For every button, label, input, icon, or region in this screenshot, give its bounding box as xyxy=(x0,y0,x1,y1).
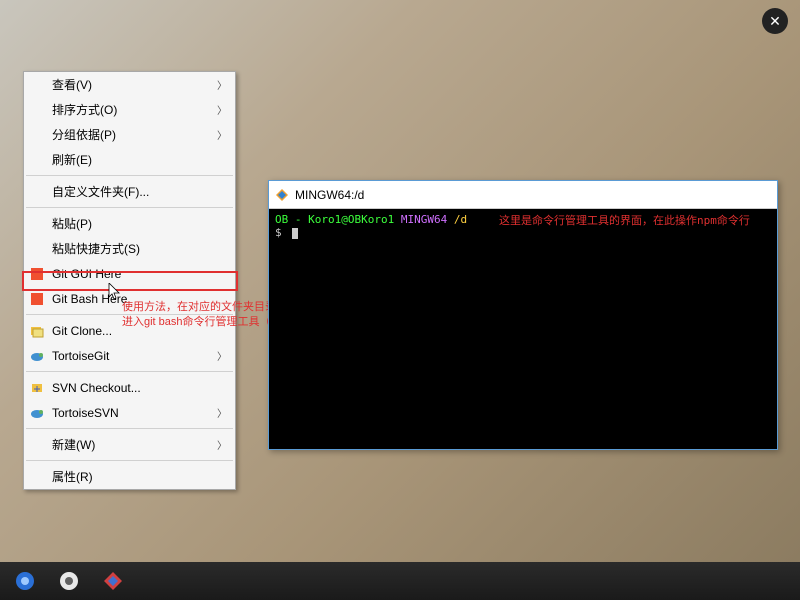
menu-item-tortoisesvn[interactable]: TortoiseSVN 〉 xyxy=(24,400,235,425)
taskbar xyxy=(0,562,800,600)
menu-item-tortoisegit[interactable]: TortoiseGit 〉 xyxy=(24,343,235,368)
menu-item-label: 自定义文件夹(F)... xyxy=(52,183,149,200)
menu-item-v[interactable]: 查看(V) 〉 xyxy=(24,72,235,97)
prompt-user: OB xyxy=(275,213,288,226)
menu-item-gitclone[interactable]: Git Clone... xyxy=(24,318,235,343)
terminal-title-text: MINGW64:/d xyxy=(295,188,364,202)
menu-separator xyxy=(26,428,233,429)
context-menu: 查看(V)〉排序方式(O)〉分组依据(P)〉刷新(E)自定义文件夹(F)...粘… xyxy=(23,71,236,490)
menu-item-label: Git GUI Here xyxy=(52,267,121,281)
menu-item-p[interactable]: 粘贴(P) xyxy=(24,211,235,236)
menu-item-label: 刷新(E) xyxy=(52,151,92,168)
terminal-body[interactable]: OB - Koro1@OBKoro1 MINGW64 /d $ 这里是命令行管理… xyxy=(269,209,777,449)
prompt-sep: - xyxy=(288,213,308,226)
tool-icon[interactable] xyxy=(102,570,124,592)
prompt-symbol: $ xyxy=(275,226,282,239)
git-gui-icon xyxy=(29,266,45,282)
browser-icon[interactable] xyxy=(58,570,80,592)
menu-item-e[interactable]: 刷新(E) xyxy=(24,147,235,172)
chevron-right-icon: 〉 xyxy=(217,127,227,142)
menu-item-label: 属性(R) xyxy=(52,468,93,485)
menu-item-label: 新建(W) xyxy=(52,436,95,453)
menu-item-gitbashhere[interactable]: > Git Bash Here xyxy=(24,286,235,311)
chevron-right-icon: 〉 xyxy=(217,102,227,117)
menu-item-p[interactable]: 分组依据(P) 〉 xyxy=(24,122,235,147)
menu-separator xyxy=(26,460,233,461)
menu-item-label: Git Bash Here xyxy=(52,292,127,306)
terminal-prompt-line: OB - Koro1@OBKoro1 MINGW64 /d xyxy=(275,213,771,226)
menu-separator xyxy=(26,207,233,208)
terminal-titlebar[interactable]: MINGW64:/d xyxy=(269,181,777,209)
desktop-screenshot: ✕ 查看(V)〉排序方式(O)〉分组依据(P)〉刷新(E)自定义文件夹(F)..… xyxy=(0,0,800,600)
menu-separator xyxy=(26,371,233,372)
close-icon[interactable]: ✕ xyxy=(762,8,788,34)
git-bash-icon: > xyxy=(29,291,45,307)
menu-item-o[interactable]: 排序方式(O) 〉 xyxy=(24,97,235,122)
svn-checkout-icon xyxy=(29,380,45,396)
terminal-input-line[interactable]: $ xyxy=(275,226,771,239)
menu-item-r[interactable]: 属性(R) xyxy=(24,464,235,489)
menu-item-gitguihere[interactable]: Git GUI Here xyxy=(24,261,235,286)
menu-item-label: 排序方式(O) xyxy=(52,101,117,118)
menu-item-label: 粘贴快捷方式(S) xyxy=(52,240,140,257)
git-clone-icon xyxy=(29,323,45,339)
menu-item-label: SVN Checkout... xyxy=(52,381,141,395)
menu-item-svncheckout[interactable]: SVN Checkout... xyxy=(24,375,235,400)
chevron-right-icon: 〉 xyxy=(217,348,227,363)
menu-separator xyxy=(26,314,233,315)
menu-item-w[interactable]: 新建(W) 〉 xyxy=(24,432,235,457)
tortoise-svn-icon xyxy=(29,405,45,421)
menu-item-s[interactable]: 粘贴快捷方式(S) xyxy=(24,236,235,261)
start-icon[interactable] xyxy=(14,570,36,592)
chevron-right-icon: 〉 xyxy=(217,77,227,92)
tortoise-git-icon xyxy=(29,348,45,364)
terminal-cursor xyxy=(292,228,298,239)
menu-item-label: 分组依据(P) xyxy=(52,126,116,143)
menu-item-label: 查看(V) xyxy=(52,76,92,93)
chevron-right-icon: 〉 xyxy=(217,405,227,420)
prompt-path: /d xyxy=(454,213,467,226)
menu-item-label: Git Clone... xyxy=(52,324,112,338)
chevron-right-icon: 〉 xyxy=(217,437,227,452)
terminal-window[interactable]: MINGW64:/d OB - Koro1@OBKoro1 MINGW64 /d… xyxy=(268,180,778,450)
mingw-logo-icon xyxy=(275,188,289,202)
menu-item-label: 粘贴(P) xyxy=(52,215,92,232)
menu-separator xyxy=(26,175,233,176)
menu-item-label: TortoiseSVN xyxy=(52,406,119,420)
menu-item-f[interactable]: 自定义文件夹(F)... xyxy=(24,179,235,204)
menu-item-label: TortoiseGit xyxy=(52,349,109,363)
prompt-host: Koro1@OBKoro1 xyxy=(308,213,394,226)
prompt-env: MINGW64 xyxy=(401,213,447,226)
